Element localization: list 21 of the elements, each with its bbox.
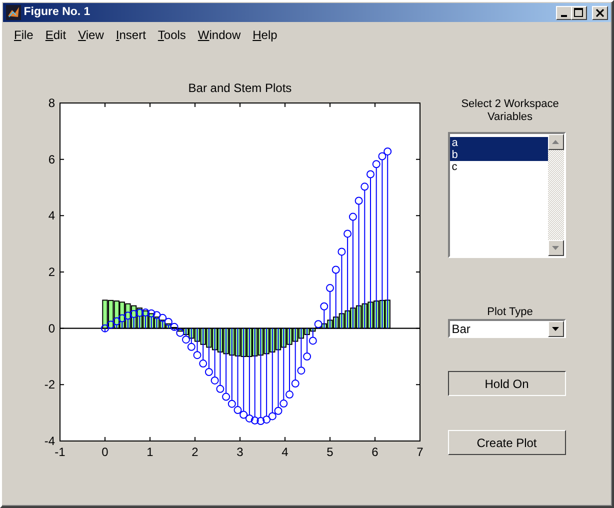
tick-label: 7	[416, 445, 424, 459]
chart-title: Bar and Stem Plots	[188, 81, 292, 95]
tick-label: -2	[44, 378, 55, 392]
tick-label: 4	[282, 445, 288, 459]
tick-label: 5	[326, 445, 334, 459]
tick-label: -4	[44, 434, 55, 448]
tick-label: 0	[48, 321, 55, 336]
tick-label: 8	[48, 96, 55, 110]
tick-label: 4	[48, 208, 55, 223]
tick-label: 6	[48, 152, 55, 166]
tick-label: 2	[192, 445, 198, 459]
tick-label: 1	[146, 445, 154, 459]
tick-label: 2	[48, 265, 55, 279]
tick-label: 6	[372, 445, 378, 459]
listbox-label: Select 2 Workspace Variables	[460, 98, 560, 124]
tick-label: 0	[102, 445, 108, 459]
dropdown-label: Plot Type	[486, 306, 534, 319]
tick-label: 3	[236, 445, 244, 459]
dropdown-value: Bar	[452, 320, 472, 338]
window-title: Figure No. 1	[24, 4, 90, 20]
tick-label: -1	[54, 445, 66, 459]
